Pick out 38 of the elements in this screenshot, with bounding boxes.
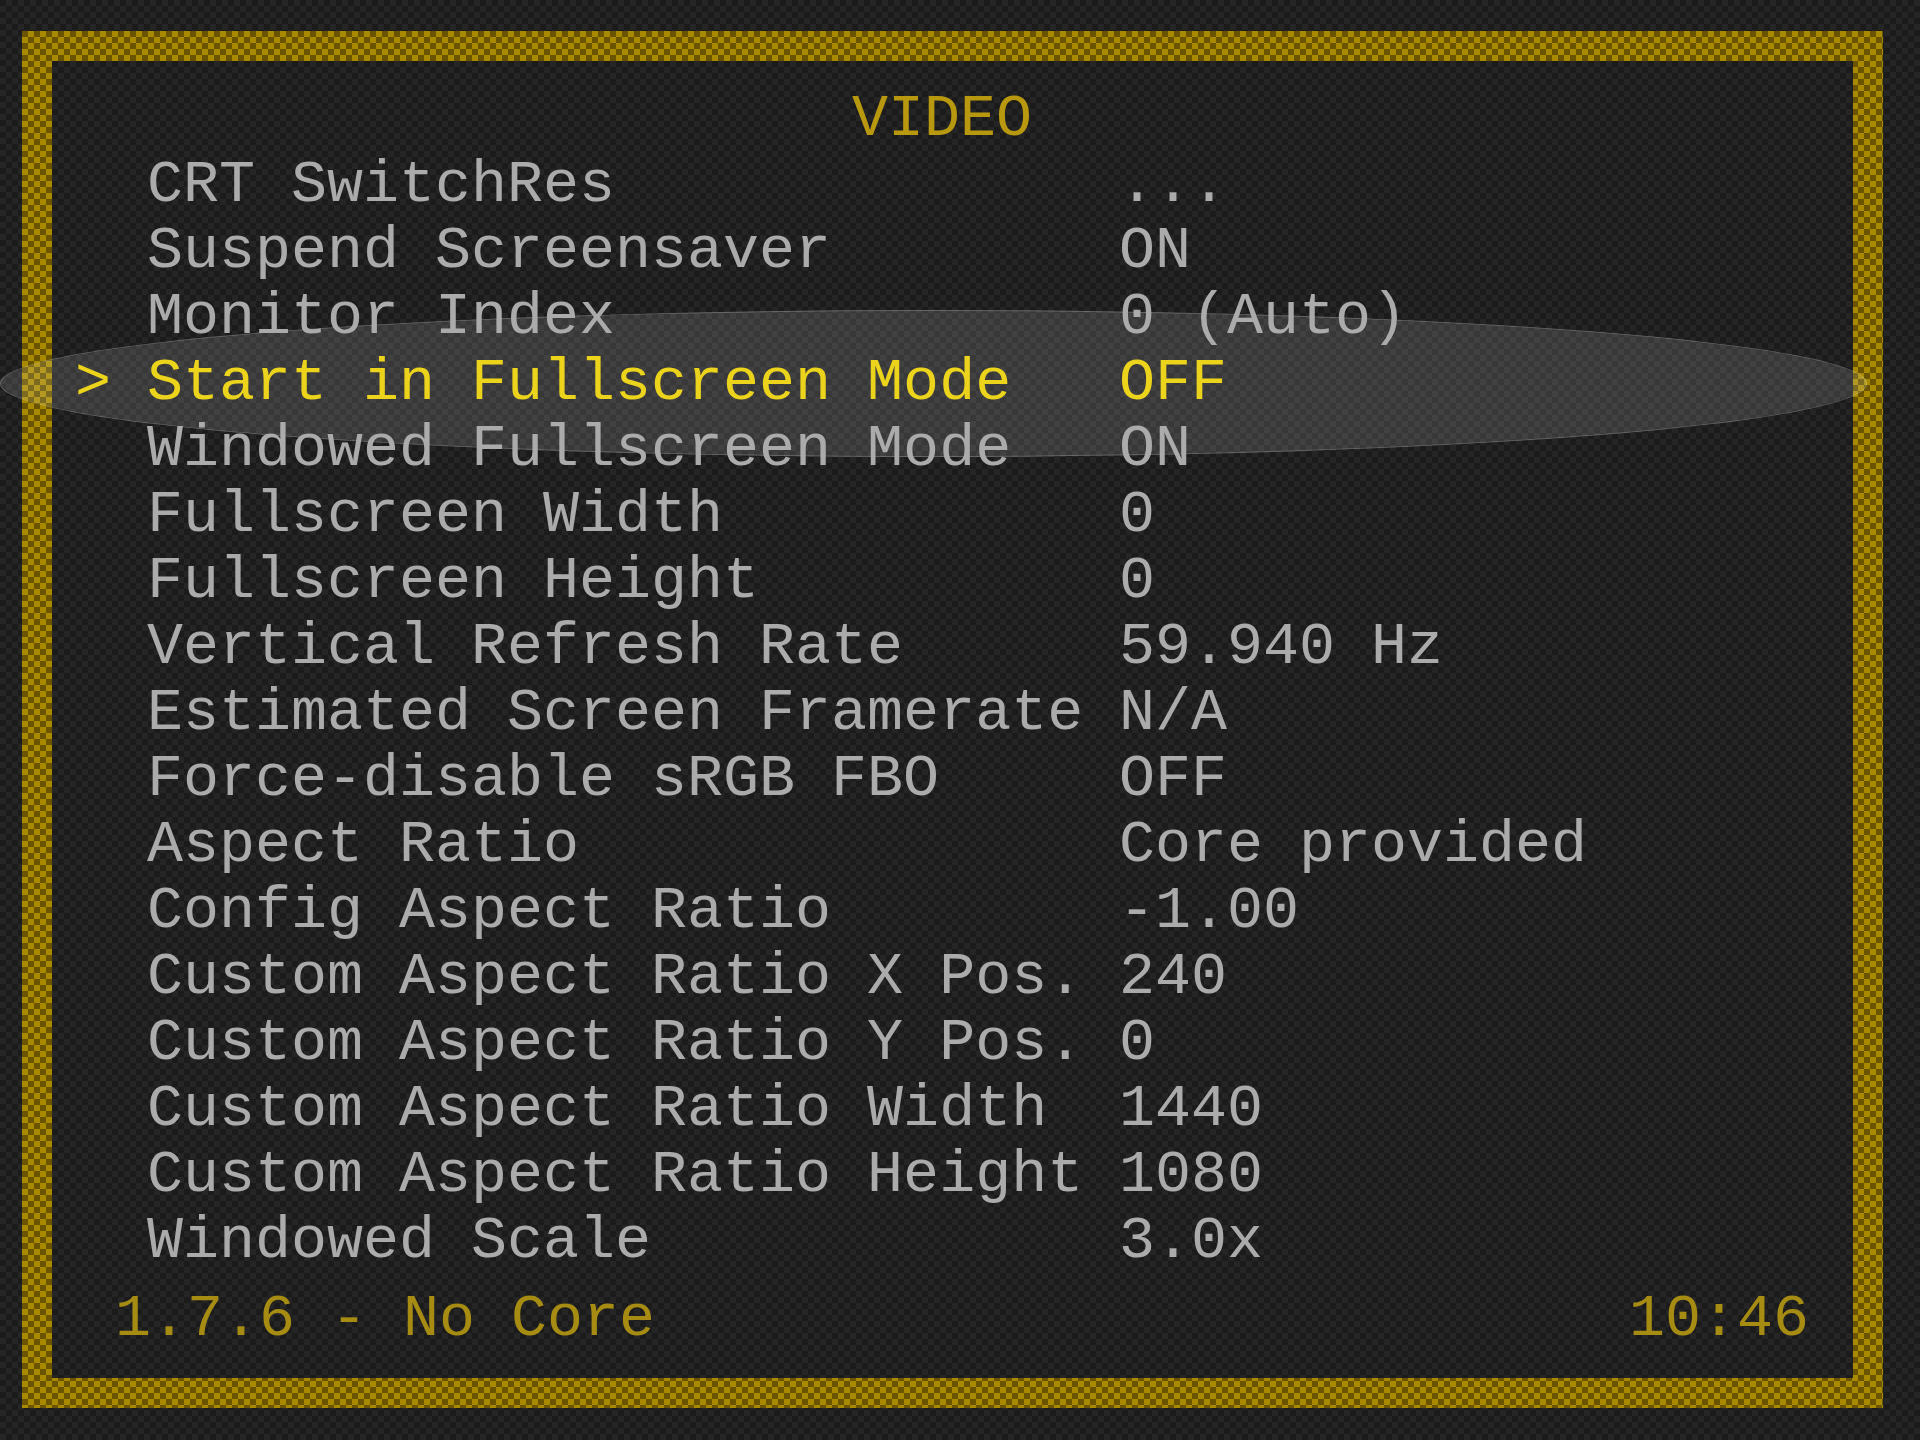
setting-value: Core provided bbox=[1119, 812, 1588, 878]
menu-item[interactable]: Custom Aspect Ratio X Pos. bbox=[147, 944, 1084, 1010]
menu-item[interactable]: Suspend Screensaver bbox=[147, 218, 832, 284]
setting-value: 0 bbox=[1119, 1010, 1155, 1076]
setting-value: 1440 bbox=[1119, 1076, 1264, 1142]
menu-item[interactable]: CRT SwitchRes bbox=[147, 152, 616, 218]
menu-item[interactable]: Fullscreen Width bbox=[147, 482, 724, 548]
setting-value: ON bbox=[1119, 218, 1191, 284]
setting-value: 0 (Auto) bbox=[1119, 284, 1408, 350]
menu-item[interactable]: Aspect Ratio bbox=[147, 812, 580, 878]
menu-item[interactable]: Windowed Fullscreen Mode bbox=[147, 416, 1012, 482]
menu-item[interactable]: Custom Aspect Ratio Height bbox=[147, 1142, 1084, 1208]
menu-item[interactable]: Windowed Scale bbox=[147, 1208, 652, 1274]
menu-cursor: > bbox=[75, 350, 111, 416]
menu-item[interactable]: Config Aspect Ratio bbox=[147, 878, 832, 944]
setting-value: 0 bbox=[1119, 548, 1155, 614]
version-label: 1.7.6 - No Core bbox=[115, 1286, 656, 1352]
menu-item[interactable]: Estimated Screen Framerate bbox=[147, 680, 1084, 746]
menu-item[interactable]: Fullscreen Height bbox=[147, 548, 760, 614]
menu-title: VIDEO bbox=[852, 85, 1032, 153]
menu-item[interactable]: Custom Aspect Ratio Width bbox=[147, 1076, 1048, 1142]
setting-value: 59.940 Hz bbox=[1119, 614, 1444, 680]
menu-item[interactable]: Monitor Index bbox=[147, 284, 616, 350]
setting-value: ... bbox=[1119, 152, 1228, 218]
setting-value: OFF bbox=[1119, 746, 1228, 812]
menu-item[interactable]: Force-disable sRGB FBO bbox=[147, 746, 940, 812]
clock-label: 10:46 bbox=[1628, 1286, 1809, 1352]
setting-value: OFF bbox=[1119, 350, 1228, 416]
menu-item[interactable]: Custom Aspect Ratio Y Pos. bbox=[147, 1010, 1084, 1076]
setting-value: 3.0x bbox=[1119, 1208, 1264, 1274]
setting-value: 0 bbox=[1119, 482, 1155, 548]
setting-value: ON bbox=[1119, 416, 1191, 482]
setting-value: N/A bbox=[1119, 680, 1228, 746]
menu-item[interactable]: Vertical Refresh Rate bbox=[147, 614, 904, 680]
menu-item[interactable]: Start in Fullscreen Mode bbox=[147, 350, 1012, 416]
setting-value: 240 bbox=[1119, 944, 1228, 1010]
setting-value: -1.00 bbox=[1119, 878, 1300, 944]
setting-value: 1080 bbox=[1119, 1142, 1264, 1208]
